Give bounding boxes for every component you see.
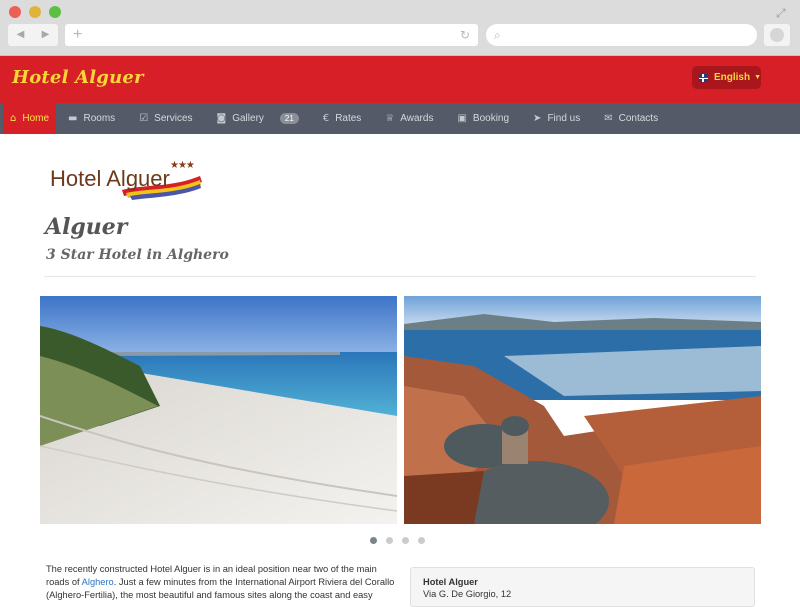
alghero-harbor-photo xyxy=(404,296,761,524)
menu-item-booking[interactable]: ▣ Booking xyxy=(445,103,521,134)
menu-item-home[interactable]: ⌂ Home xyxy=(3,103,57,134)
uk-flag-icon xyxy=(699,73,710,82)
gallery-count-badge: 21 xyxy=(279,113,299,124)
carousel-indicators xyxy=(370,537,425,544)
forward-button[interactable]: ▶ xyxy=(33,24,58,46)
address-bar[interactable]: + ↻ xyxy=(65,24,478,46)
check-square-icon: ☑ xyxy=(139,113,149,124)
site-brand[interactable]: Hotel Alguer xyxy=(12,67,144,88)
home-icon: ⌂ xyxy=(10,113,17,124)
menu-item-label: Home xyxy=(22,113,50,124)
page-title: Alguer xyxy=(45,214,128,240)
history-buttons: ◀ ▶ xyxy=(8,24,58,46)
intro-line: (Alghero-Fertilia), the most beautiful a… xyxy=(46,590,373,600)
envelope-icon: ✉ xyxy=(604,113,613,124)
intro-line: roads of xyxy=(46,577,82,587)
menu-item-rooms[interactable]: ▬ Rooms xyxy=(56,103,127,134)
menu-item-label: Rooms xyxy=(83,113,116,124)
menu-item-label: Gallery xyxy=(232,113,264,124)
new-tab-icon[interactable]: + xyxy=(73,24,82,46)
browser-chrome: ⤢ ◀ ▶ + ↻ ⌕ xyxy=(0,0,800,56)
alghero-link[interactable]: Alghero xyxy=(82,577,114,587)
hotel-address: Via G. De Giorgio, 12 xyxy=(423,589,512,599)
minimize-window-button[interactable] xyxy=(29,6,41,18)
reload-icon[interactable]: ↻ xyxy=(460,24,470,46)
menu-item-awards[interactable]: ♕ Awards xyxy=(373,103,445,134)
camera-icon: ◙ xyxy=(216,113,227,124)
site-header: Hotel Alguer English ▼ xyxy=(0,56,800,103)
menu-item-find-us[interactable]: ➤ Find us xyxy=(521,103,592,134)
intro-line: The recently constructed Hotel Alguer is… xyxy=(46,564,377,574)
menu-item-services[interactable]: ☑ Services xyxy=(127,103,204,134)
language-selector[interactable]: English ▼ xyxy=(692,66,761,89)
trophy-icon: ♕ xyxy=(385,113,395,124)
menu-item-label: Booking xyxy=(472,113,510,124)
hotel-name: Hotel Alguer xyxy=(423,577,478,587)
language-label: English xyxy=(713,72,751,83)
page-subtitle: 3 Star Hotel in Alghero xyxy=(46,247,229,263)
carousel-dot[interactable] xyxy=(386,537,393,544)
menu-item-contacts[interactable]: ✉ Contacts xyxy=(592,103,670,134)
menu-item-label: Contacts xyxy=(618,113,659,124)
caret-down-icon: ▼ xyxy=(754,74,761,81)
menu-item-gallery[interactable]: ◙ Gallery 21 xyxy=(205,103,311,134)
search-bar[interactable]: ⌕ xyxy=(486,24,757,46)
carousel-dot[interactable] xyxy=(418,537,425,544)
euro-icon: € xyxy=(322,113,330,124)
fullscreen-icon[interactable]: ⤢ xyxy=(776,6,790,20)
menu-item-label: Rates xyxy=(335,113,362,124)
menu-item-label: Find us xyxy=(547,113,581,124)
close-window-button[interactable] xyxy=(9,6,21,18)
carousel-dot[interactable] xyxy=(402,537,409,544)
intro-line: . Just a few minutes from the Internatio… xyxy=(113,577,395,587)
menu-item-rates[interactable]: € Rates xyxy=(311,103,374,134)
intro-text: The recently constructed Hotel Alguer is… xyxy=(46,563,396,602)
main-menu: ⌂ Home ▬ Rooms ☑ Services ◙ Gallery 21 € Rates ♕ Awa… xyxy=(0,103,800,134)
logo-stars: ★★★ xyxy=(170,160,195,171)
menu-item-label: Services xyxy=(154,113,193,124)
beach-photo xyxy=(40,296,397,524)
carousel-dot[interactable] xyxy=(370,537,377,544)
divider xyxy=(44,276,756,277)
hotel-logo: Hotel Alguer ★★★ xyxy=(50,160,210,202)
maximize-window-button[interactable] xyxy=(49,6,61,18)
back-button[interactable]: ◀ xyxy=(8,24,33,46)
menu-item-label: Awards xyxy=(400,113,434,124)
logo-text: Hotel Alguer xyxy=(50,166,170,191)
search-icon: ⌕ xyxy=(494,28,501,42)
location-arrow-icon: ➤ xyxy=(533,113,542,124)
bed-icon: ▬ xyxy=(68,113,78,124)
browser-menu-button[interactable] xyxy=(764,24,790,46)
address-box: Hotel Alguer Via G. De Giorgio, 12 xyxy=(410,567,755,607)
calendar-icon: ▣ xyxy=(457,113,467,124)
